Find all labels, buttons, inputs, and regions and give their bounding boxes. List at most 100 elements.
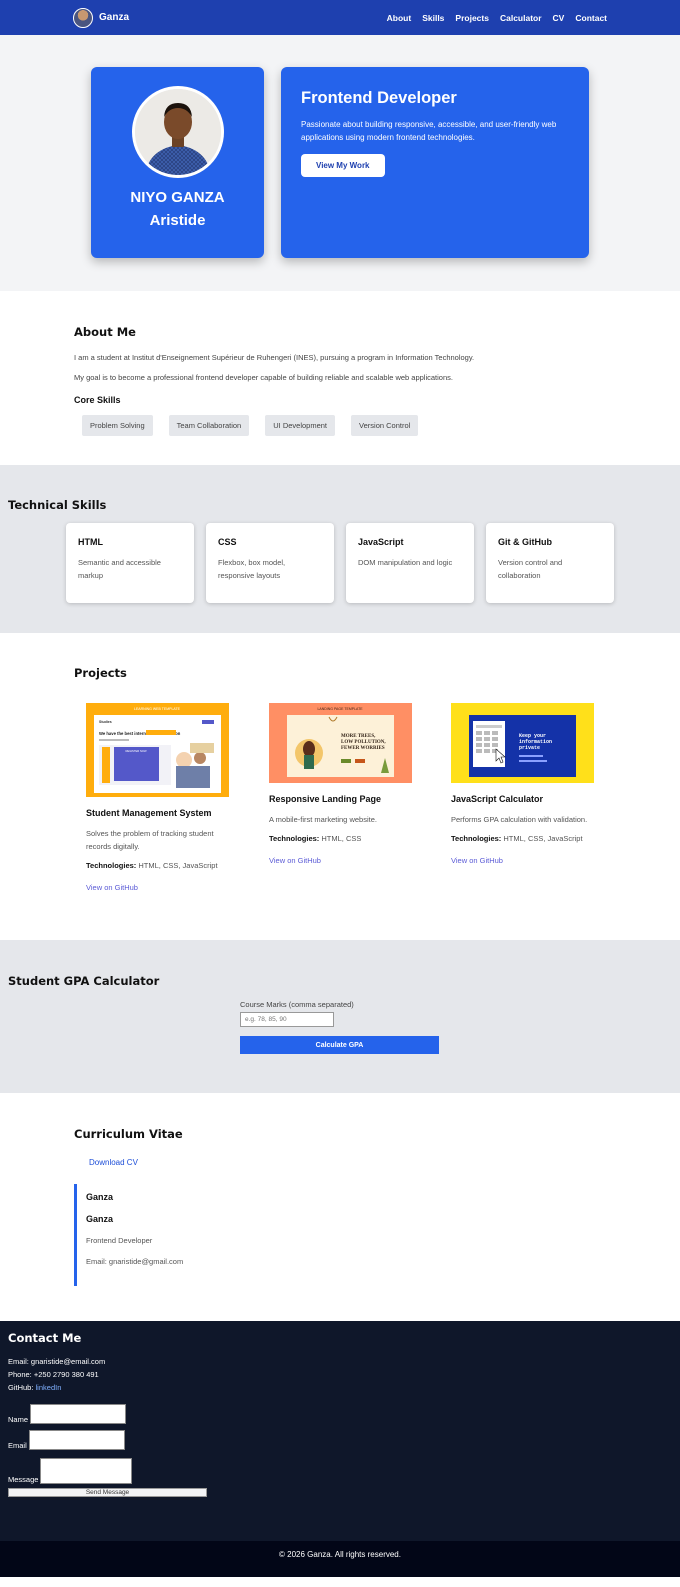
project-card: LANDING PAGE TEMPLATE MORE TREES, LOW PO… — [269, 703, 412, 865]
cv-role: Frontend Developer — [86, 1236, 153, 1245]
skill-card-title: HTML — [78, 537, 103, 547]
hero-title: Frontend Developer — [301, 89, 457, 107]
contact-phone: Phone: +250 2790 380 491 — [8, 1370, 99, 1379]
gpa-form: Course Marks (comma separated) Calculate… — [240, 1000, 440, 1054]
email-row: Email — [8, 1430, 672, 1450]
navbar: Ganza About Skills Projects Calculator C… — [0, 0, 680, 35]
skill-card-title: JavaScript — [358, 537, 404, 547]
nav-links: About Skills Projects Calculator CV Cont… — [387, 13, 607, 23]
nav-link-about[interactable]: About — [387, 13, 412, 23]
skill-chip: Version Control — [351, 415, 419, 436]
linkedin-link[interactable]: linkedIn — [36, 1383, 62, 1392]
project-desc: Solves the problem of tracking student r… — [86, 829, 214, 851]
brand[interactable]: Ganza — [73, 7, 130, 28]
contact-github: GitHub: linkedIn — [8, 1383, 62, 1392]
project-thumbnail-image: LANDING PAGE TEMPLATE MORE TREES, LOW PO… — [269, 703, 412, 783]
nav-link-contact[interactable]: Contact — [575, 13, 607, 23]
project-github-link[interactable]: View on GitHub — [86, 883, 229, 892]
svg-text:private: private — [519, 745, 540, 751]
intro-card: Frontend Developer Passionate about buil… — [281, 67, 589, 258]
skill-card-html: HTML Semantic and accessible markup — [66, 523, 194, 603]
contact-email: Email: gnaristide@email.com — [8, 1357, 106, 1366]
contact-title: Contact Me — [8, 1331, 82, 1345]
message-row: Message — [8, 1458, 672, 1484]
project-github-link[interactable]: View on GitHub — [451, 856, 594, 865]
projects-section: Projects LEARNING WEB TEMPLATE Studies W… — [0, 633, 680, 940]
profile-card: NIYO GANZA Aristide — [91, 67, 264, 258]
project-tech: Technologies: HTML, CSS, JavaScript — [86, 861, 218, 870]
skill-chip: UI Development — [265, 415, 336, 436]
project-card: LEARNING WEB TEMPLATE Studies We have th… — [86, 703, 229, 892]
email-input[interactable] — [28, 1430, 125, 1450]
marks-input[interactable] — [240, 1012, 334, 1027]
svg-text:FEWER WORRIES: FEWER WORRIES — [341, 746, 385, 751]
hero-section: NIYO GANZA Aristide Frontend Developer P… — [0, 35, 680, 291]
view-work-button[interactable]: View My Work — [301, 154, 385, 177]
projects-title: Projects — [74, 666, 127, 680]
cv-name: Ganza — [86, 1214, 114, 1224]
brand-avatar — [73, 7, 93, 28]
skill-card-desc: Semantic and accessible markup — [78, 558, 161, 580]
about-title: About Me — [74, 325, 136, 339]
skill-card-javascript: JavaScript DOM manipulation and logic — [346, 523, 474, 603]
send-message-button[interactable]: Send Message — [8, 1488, 207, 1497]
skill-chip: Problem Solving — [82, 415, 153, 436]
footer: © 2026 Ganza. All rights reserved. — [0, 1541, 680, 1577]
message-input[interactable] — [40, 1458, 133, 1484]
svg-text:REGISTER NOW: REGISTER NOW — [125, 749, 147, 753]
contact-section: Contact Me Email: gnaristide@email.com P… — [0, 1321, 680, 1541]
profile-name-first: NIYO GANZA — [130, 189, 225, 206]
about-paragraph-1: I am a student at Institut d'Enseignemen… — [74, 353, 475, 362]
skill-card-git: Git & GitHub Version control and collabo… — [486, 523, 614, 603]
contact-info: Email: gnaristide@email.com Phone: +250 … — [8, 1355, 672, 1394]
nav-link-projects[interactable]: Projects — [455, 13, 489, 23]
skill-card-desc: Version control and collaboration — [498, 558, 563, 580]
core-skills-list: Problem Solving Team Collaboration UI De… — [74, 415, 606, 436]
email-label: Email — [8, 1441, 27, 1450]
project-title: Student Management System — [86, 808, 212, 818]
svg-text:MORE TREES,: MORE TREES, — [341, 734, 376, 739]
gpa-title: Student GPA Calculator — [8, 974, 160, 988]
download-cv-link[interactable]: Download CV — [89, 1158, 606, 1167]
message-label: Message — [8, 1475, 39, 1484]
cv-title: Curriculum Vitae — [74, 1127, 183, 1141]
skill-card-title: CSS — [218, 537, 237, 547]
person-portrait-icon — [134, 89, 221, 175]
svg-text:Studies: Studies — [99, 720, 112, 724]
skills-grid: HTML Semantic and accessible markup CSS … — [8, 523, 672, 603]
name-label: Name — [8, 1415, 29, 1424]
skill-card-css: CSS Flexbox, box model, responsive layou… — [206, 523, 334, 603]
nav-link-cv[interactable]: CV — [553, 13, 565, 23]
cv-name: Ganza — [86, 1192, 114, 1202]
skill-card-title: Git & GitHub — [498, 537, 552, 547]
about-paragraph-2: My goal is to become a professional fron… — [74, 373, 453, 382]
cv-email: Email: gnaristide@gmail.com — [86, 1257, 184, 1266]
gpa-section: Student GPA Calculator Course Marks (com… — [0, 940, 680, 1093]
skills-section: Technical Skills HTML Semantic and acces… — [0, 465, 680, 633]
project-card: Keep your information private JavaScript… — [451, 703, 594, 865]
name-input[interactable] — [30, 1404, 127, 1424]
profile-name-last: Aristide — [149, 212, 206, 229]
brand-name: Ganza — [99, 12, 130, 23]
svg-text:LEARNING WEB TEMPLATE: LEARNING WEB TEMPLATE — [134, 707, 181, 711]
nav-link-calculator[interactable]: Calculator — [500, 13, 542, 23]
project-github-link[interactable]: View on GitHub — [269, 856, 412, 865]
core-skills-title: Core Skills — [74, 395, 121, 405]
nav-link-skills[interactable]: Skills — [422, 13, 444, 23]
project-desc: A mobile-first marketing website. — [269, 815, 377, 824]
calculate-gpa-button[interactable]: Calculate GPA — [240, 1036, 439, 1054]
skill-card-desc: Flexbox, box model, responsive layouts — [218, 558, 286, 580]
project-title: Responsive Landing Page — [269, 794, 382, 804]
profile-photo — [131, 86, 224, 178]
skills-title: Technical Skills — [8, 498, 107, 512]
cv-section: Curriculum Vitae Download CV Ganza Ganza… — [0, 1093, 680, 1321]
project-thumbnail-image: LEARNING WEB TEMPLATE Studies We have th… — [86, 703, 229, 797]
project-tech: Technologies: HTML, CSS — [269, 834, 362, 843]
marks-label: Course Marks (comma separated) — [240, 1000, 354, 1009]
project-title: JavaScript Calculator — [451, 794, 544, 804]
svg-text:LOW POLLUTION,: LOW POLLUTION, — [341, 740, 386, 745]
project-desc: Performs GPA calculation with validation… — [451, 815, 588, 824]
project-thumbnail-image: Keep your information private — [451, 703, 594, 783]
skill-card-desc: DOM manipulation and logic — [358, 558, 453, 567]
footer-copyright: © 2026 Ganza. All rights reserved. — [279, 1550, 401, 1559]
